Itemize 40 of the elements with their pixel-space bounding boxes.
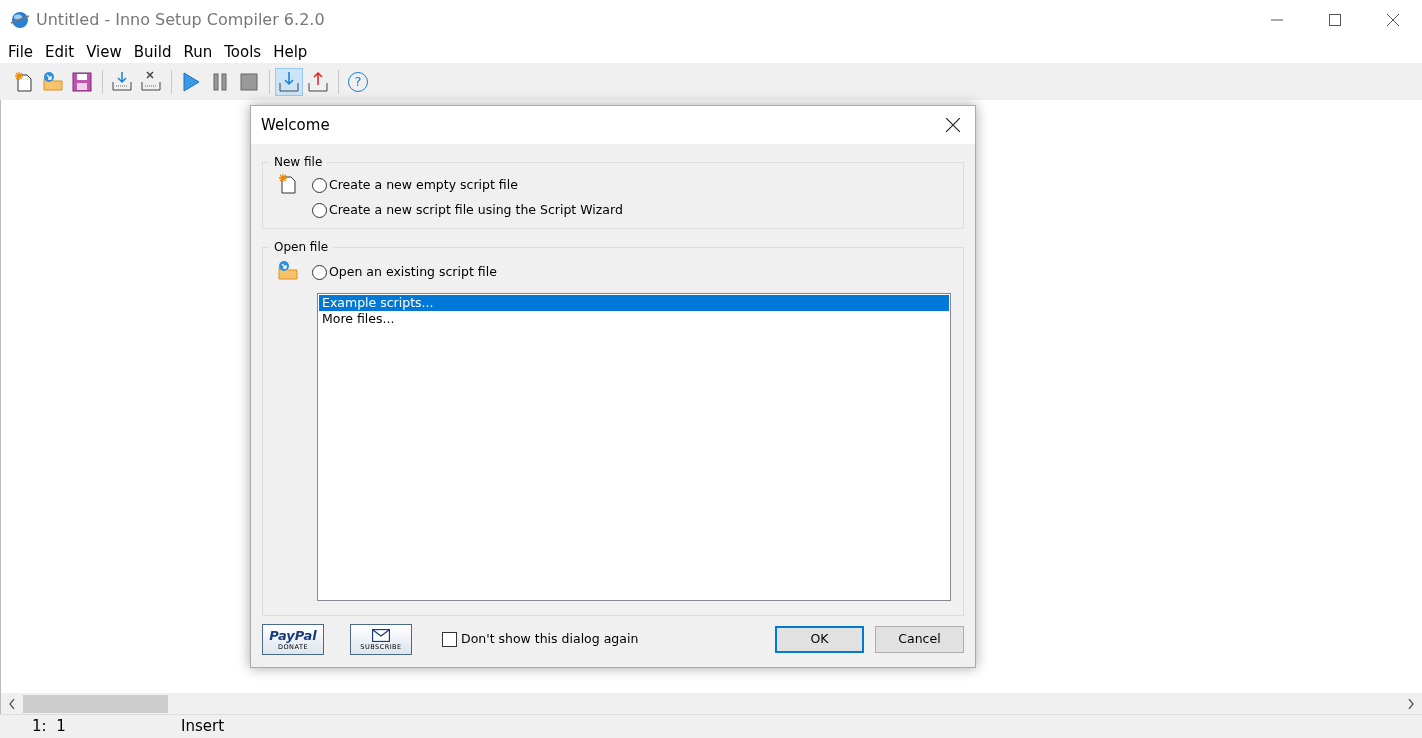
dialog-title: Welcome [261, 114, 330, 136]
menu-item[interactable]: View [80, 40, 128, 63]
menu-item[interactable]: Tools [218, 40, 268, 63]
radio-option[interactable]: Create a new script file using the Script Wizard [312, 198, 623, 223]
menu-item[interactable]: Build [127, 40, 178, 63]
list-item[interactable]: Example scripts... [319, 295, 949, 311]
file-list[interactable]: Example scripts... More files... [317, 293, 951, 601]
stop-icon [238, 70, 260, 93]
radio-option[interactable]: Create a new empty script file [312, 173, 623, 198]
new-file-icon [13, 70, 35, 93]
globe-icon [10, 10, 30, 30]
chevron-left-icon[interactable] [9, 698, 15, 709]
window-title: Untitled - Inno Setup Compiler 6.2.0 [36, 9, 325, 31]
play-icon [180, 70, 202, 93]
envelope-icon [372, 628, 390, 642]
cross-tray-icon [140, 70, 162, 93]
toolbar-button[interactable] [275, 67, 303, 96]
close-icon [945, 118, 960, 132]
edit-mode: Insert [181, 716, 225, 738]
open-folder-icon [277, 260, 299, 282]
menu-item[interactable]: File [2, 40, 40, 63]
menu-item[interactable]: Edit [39, 40, 81, 63]
dialog-button[interactable]: Cancel [875, 626, 964, 653]
chevron-right-icon[interactable] [1408, 698, 1414, 709]
dialog-button[interactable]: OK [775, 626, 864, 653]
list-item[interactable]: More files... [319, 311, 949, 327]
open-folder-icon [42, 70, 64, 93]
horizontal-scrollbar[interactable] [0, 693, 1422, 714]
group-label: Open file [269, 239, 334, 255]
menu-item[interactable]: Run [177, 40, 219, 63]
new-file-icon [277, 173, 297, 195]
cursor-position: 1: 1 [32, 716, 67, 738]
download-tray-icon [278, 70, 300, 93]
menu-item[interactable]: Help [267, 40, 314, 63]
maximize-icon [1329, 14, 1341, 26]
close-icon [1387, 14, 1399, 26]
dont-show-checkbox[interactable]: Don't show this dialog again [442, 630, 639, 649]
upload-tray-icon [307, 70, 329, 93]
download-tray-icon [111, 70, 133, 93]
radio-option[interactable]: Open an existing script file [312, 260, 497, 285]
